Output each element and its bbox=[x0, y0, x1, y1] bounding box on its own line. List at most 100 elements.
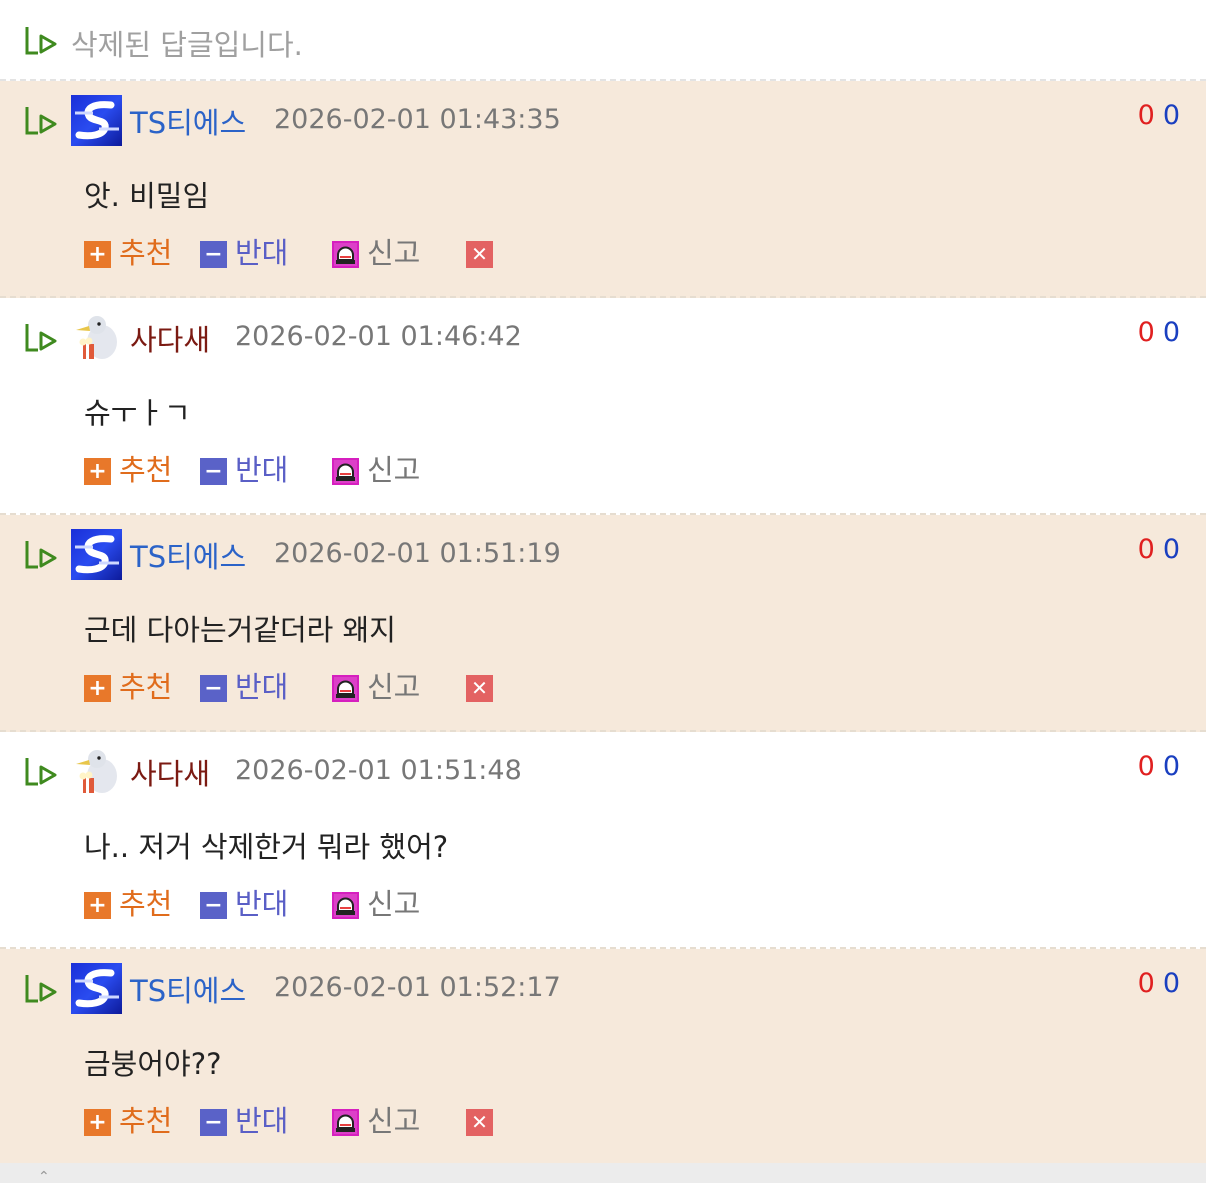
oppose-label: 반대 bbox=[235, 236, 289, 270]
oppose-label: 반대 bbox=[235, 887, 289, 921]
comment-actions: + 추천 − 반대 신고 ✕ bbox=[84, 231, 784, 271]
report-button[interactable]: 신고 bbox=[332, 1099, 420, 1139]
author-name[interactable]: 사다새 bbox=[130, 751, 210, 793]
deleted-reply-row: 삭제된 답글입니다. bbox=[0, 0, 1206, 81]
reply-arrow-icon bbox=[24, 539, 58, 571]
comment-item: TS티에스 2026-02-01 01:43:35 00 앗. 비밀임 + 추천 … bbox=[0, 81, 1206, 298]
report-label: 신고 bbox=[367, 453, 421, 487]
oppose-button[interactable]: − 반대 bbox=[200, 665, 288, 705]
report-label: 신고 bbox=[367, 670, 421, 704]
oppose-button[interactable]: − 반대 bbox=[200, 231, 288, 271]
minus-icon: − bbox=[200, 240, 227, 268]
vote-counts: 00 bbox=[1138, 100, 1180, 131]
vote-up-count: 0 bbox=[1137, 751, 1155, 782]
comment-actions: + 추천 − 반대 신고 bbox=[84, 448, 784, 488]
plus-icon: + bbox=[84, 240, 111, 268]
minus-icon: − bbox=[200, 457, 227, 485]
minus-icon: − bbox=[200, 1108, 227, 1136]
report-button[interactable]: 신고 bbox=[332, 448, 420, 488]
siren-icon bbox=[332, 1108, 359, 1136]
avatar[interactable] bbox=[71, 312, 122, 363]
report-button[interactable]: 신고 bbox=[332, 882, 420, 922]
oppose-button[interactable]: − 반대 bbox=[200, 1099, 288, 1139]
avatar[interactable] bbox=[71, 963, 122, 1014]
delete-button[interactable]: ✕ bbox=[466, 665, 493, 705]
author-name[interactable]: TS티에스 bbox=[130, 534, 246, 576]
siren-icon bbox=[332, 891, 359, 919]
comment-body: 앗. 비밀임 bbox=[84, 179, 210, 213]
vote-counts: 00 bbox=[1138, 534, 1180, 565]
comment-body: 근데 다아는거같더라 왜지 bbox=[84, 613, 396, 647]
vote-up-count: 0 bbox=[1137, 317, 1155, 348]
siren-icon bbox=[332, 457, 359, 485]
minus-icon: − bbox=[200, 674, 227, 702]
vote-up-count: 0 bbox=[1137, 968, 1155, 999]
comment-datetime: 2026-02-01 01:51:48 bbox=[235, 755, 522, 786]
siren-icon bbox=[332, 674, 359, 702]
avatar[interactable] bbox=[71, 529, 122, 580]
vote-down-count: 0 bbox=[1162, 317, 1180, 348]
comment-body: 금붕어야?? bbox=[84, 1047, 222, 1081]
vote-up-count: 0 bbox=[1137, 534, 1155, 565]
report-button[interactable]: 신고 bbox=[332, 231, 420, 271]
oppose-label: 반대 bbox=[235, 670, 289, 704]
recommend-label: 추천 bbox=[119, 887, 173, 921]
reply-arrow-icon bbox=[24, 973, 58, 1005]
vote-down-count: 0 bbox=[1162, 968, 1180, 999]
comment-datetime: 2026-02-01 01:51:19 bbox=[274, 538, 561, 569]
vote-down-count: 0 bbox=[1162, 751, 1180, 782]
recommend-button[interactable]: + 추천 bbox=[84, 231, 172, 271]
comment-datetime: 2026-02-01 01:46:42 bbox=[235, 321, 522, 352]
comment-body: 나.. 저거 삭제한거 뭐라 했어? bbox=[84, 830, 449, 864]
deleted-reply-text: 삭제된 답글입니다. bbox=[71, 28, 303, 62]
comment-item: TS티에스 2026-02-01 01:52:17 00 금붕어야?? + 추천 … bbox=[0, 949, 1206, 1163]
delete-button[interactable]: ✕ bbox=[466, 1099, 493, 1139]
close-icon: ✕ bbox=[466, 674, 493, 702]
plus-icon: + bbox=[84, 457, 111, 485]
avatar[interactable] bbox=[71, 746, 122, 797]
reply-arrow-icon bbox=[24, 322, 58, 354]
recommend-button[interactable]: + 추천 bbox=[84, 448, 172, 488]
author-name[interactable]: TS티에스 bbox=[130, 968, 246, 1010]
plus-icon: + bbox=[84, 674, 111, 702]
oppose-label: 반대 bbox=[235, 453, 289, 487]
recommend-button[interactable]: + 추천 bbox=[84, 882, 172, 922]
avatar[interactable] bbox=[71, 95, 122, 146]
plus-icon: + bbox=[84, 891, 111, 919]
comment-item: 사다새 2026-02-01 01:46:42 00 슈ㅜㅏㄱ + 추천 − 반대 … bbox=[0, 298, 1206, 515]
vote-counts: 00 bbox=[1138, 751, 1180, 782]
report-label: 신고 bbox=[367, 887, 421, 921]
report-button[interactable]: 신고 bbox=[332, 665, 420, 705]
reply-arrow-icon bbox=[24, 25, 58, 57]
recommend-label: 추천 bbox=[119, 453, 173, 487]
delete-button[interactable]: ✕ bbox=[466, 231, 493, 271]
recommend-button[interactable]: + 추천 bbox=[84, 1099, 172, 1139]
comment-item: 사다새 2026-02-01 01:51:48 00 나.. 저거 삭제한거 뭐… bbox=[0, 732, 1206, 949]
report-label: 신고 bbox=[367, 1104, 421, 1138]
vote-counts: 00 bbox=[1138, 968, 1180, 999]
report-label: 신고 bbox=[367, 236, 421, 270]
oppose-button[interactable]: − 반대 bbox=[200, 882, 288, 922]
comment-item: TS티에스 2026-02-01 01:51:19 00 근데 다아는거같더라 … bbox=[0, 515, 1206, 732]
oppose-label: 반대 bbox=[235, 1104, 289, 1138]
oppose-button[interactable]: − 반대 bbox=[200, 448, 288, 488]
recommend-label: 추천 bbox=[119, 1104, 173, 1138]
siren-icon bbox=[332, 240, 359, 268]
recommend-label: 추천 bbox=[119, 670, 173, 704]
comment-actions: + 추천 − 반대 신고 bbox=[84, 882, 784, 922]
comment-datetime: 2026-02-01 01:52:17 bbox=[274, 972, 561, 1003]
minus-icon: − bbox=[200, 891, 227, 919]
vote-down-count: 0 bbox=[1162, 100, 1180, 131]
close-icon: ✕ bbox=[466, 1108, 493, 1136]
comment-actions: + 추천 − 반대 신고 ✕ bbox=[84, 1099, 784, 1139]
author-name[interactable]: TS티에스 bbox=[130, 100, 246, 142]
reply-arrow-icon bbox=[24, 756, 58, 788]
vote-up-count: 0 bbox=[1137, 100, 1155, 131]
bottom-strip: ⌃ bbox=[0, 1163, 1206, 1185]
vote-counts: 00 bbox=[1138, 317, 1180, 348]
reply-arrow-icon bbox=[24, 105, 58, 137]
plus-icon: + bbox=[84, 1108, 111, 1136]
recommend-button[interactable]: + 추천 bbox=[84, 665, 172, 705]
author-name[interactable]: 사다새 bbox=[130, 317, 210, 359]
vote-down-count: 0 bbox=[1162, 534, 1180, 565]
